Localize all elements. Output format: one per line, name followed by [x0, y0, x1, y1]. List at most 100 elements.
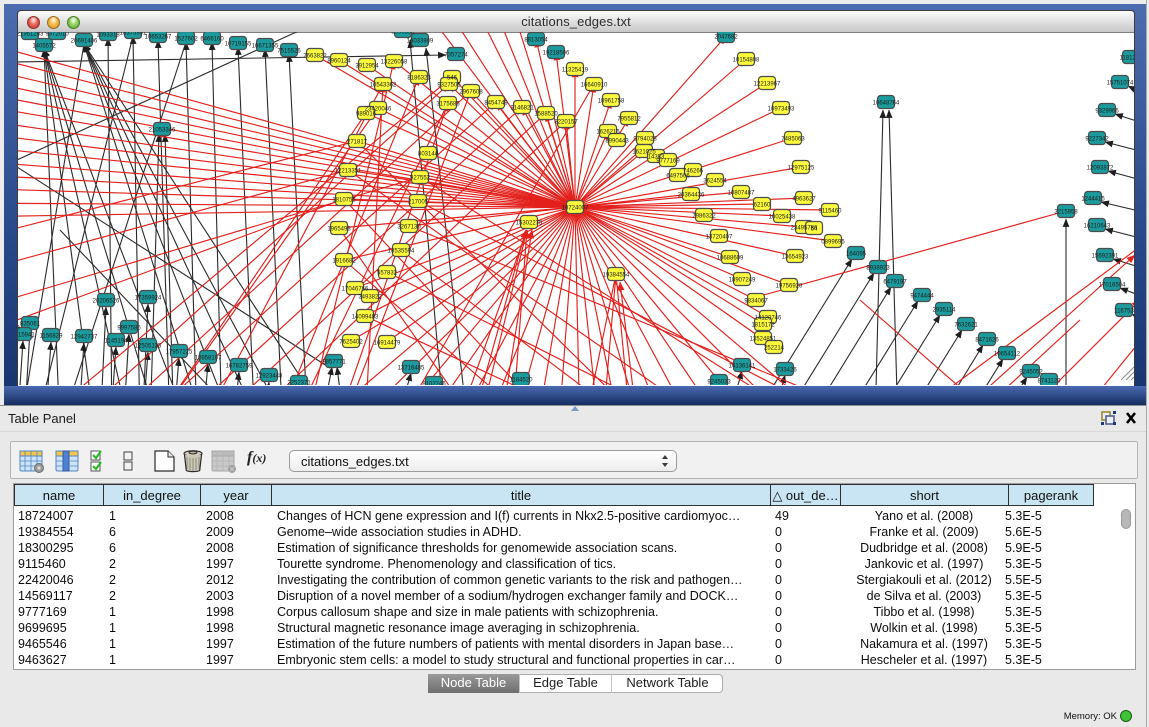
svg-text:20691406: 20691406 — [71, 39, 98, 45]
svg-text:13720407: 13720407 — [706, 235, 733, 241]
svg-text:8220157: 8220157 — [554, 120, 578, 126]
svg-text:3915941: 3915941 — [18, 333, 35, 339]
svg-text:1156829: 1156829 — [40, 334, 64, 340]
svg-text:64: 64 — [811, 227, 818, 233]
svg-text:9227342: 9227342 — [1085, 137, 1109, 143]
svg-text:1965498: 1965498 — [327, 227, 351, 233]
svg-text:1527602: 1527602 — [174, 37, 198, 43]
svg-text:15751074: 15751074 — [1107, 81, 1134, 87]
svg-text:9834067: 9834067 — [744, 299, 768, 305]
svg-text:9329966: 9329966 — [1095, 109, 1119, 115]
svg-text:3912954: 3912954 — [355, 64, 379, 70]
svg-text:15302275: 15302275 — [516, 221, 543, 227]
svg-text:1815172: 1815172 — [751, 323, 775, 329]
svg-text:62160: 62160 — [754, 203, 771, 209]
svg-text:10543362: 10543362 — [370, 83, 397, 89]
svg-text:12213351: 12213351 — [335, 169, 362, 175]
svg-text:13654923: 13654923 — [782, 255, 809, 261]
svg-text:8102246: 8102246 — [422, 382, 446, 386]
svg-text:927552: 927552 — [410, 176, 431, 182]
svg-text:7663822: 7663822 — [303, 54, 327, 60]
svg-text:12093872: 12093872 — [1087, 166, 1114, 172]
svg-text:19756928: 19756928 — [776, 284, 803, 290]
svg-text:1184520: 1184520 — [510, 378, 534, 384]
svg-text:9474444: 9474444 — [910, 294, 934, 300]
svg-text:13716485: 13716485 — [398, 366, 425, 372]
svg-text:10688609: 10688609 — [717, 256, 744, 262]
svg-text:9372010: 9372010 — [45, 32, 69, 38]
svg-text:8471626: 8471626 — [975, 338, 999, 344]
svg-text:2252371: 2252371 — [287, 381, 311, 386]
svg-text:10958107: 10958107 — [195, 356, 222, 362]
svg-text:21053346: 21053346 — [149, 128, 176, 134]
svg-text:16033809: 16033809 — [407, 39, 434, 45]
svg-text:8186323: 8186323 — [407, 76, 431, 82]
svg-text:12942737: 12942737 — [71, 335, 98, 341]
svg-text:1810755: 1810755 — [332, 198, 356, 204]
svg-text:4963627: 4963627 — [792, 197, 816, 203]
svg-text:1733426: 1733426 — [773, 368, 797, 374]
svg-text:10654112: 10654112 — [994, 352, 1021, 358]
svg-text:17957225: 17957225 — [166, 350, 193, 356]
svg-text:16640910: 16640910 — [581, 83, 608, 89]
svg-text:13524851: 13524851 — [750, 337, 777, 343]
svg-text:13535594: 13535594 — [388, 249, 415, 255]
svg-text:10719155: 10719155 — [225, 42, 252, 48]
svg-text:835061: 835061 — [20, 322, 41, 328]
svg-text:252214: 252214 — [764, 346, 785, 352]
svg-text:1588520: 1588520 — [534, 112, 558, 118]
svg-text:16914479: 16914479 — [374, 341, 401, 347]
svg-text:7986322: 7986322 — [692, 214, 716, 220]
svg-text:9857771: 9857771 — [322, 360, 346, 366]
svg-text:9327505: 9327505 — [437, 83, 461, 89]
svg-text:9146821: 9146821 — [510, 106, 534, 112]
svg-text:3493822: 3493822 — [358, 295, 382, 301]
svg-text:10154808: 10154808 — [733, 58, 760, 64]
svg-text:6466160: 6466160 — [200, 37, 224, 43]
svg-text:3624554: 3624554 — [703, 179, 727, 185]
svg-text:271817: 271817 — [347, 140, 368, 146]
svg-text:1093318: 1093318 — [96, 33, 120, 39]
svg-text:116753: 116753 — [1114, 309, 1134, 315]
svg-text:8990443: 8990443 — [605, 139, 629, 145]
svg-text:12975125: 12975125 — [788, 166, 815, 172]
svg-text:17046766: 17046766 — [342, 287, 369, 293]
svg-text:8741120: 8741120 — [1038, 379, 1062, 385]
svg-text:10025438: 10025438 — [769, 215, 796, 221]
svg-text:803144: 803144 — [418, 152, 439, 158]
svg-text:8813054: 8813054 — [524, 38, 548, 44]
svg-text:15692391: 15692391 — [1092, 254, 1119, 260]
svg-text:7625402: 7625402 — [339, 340, 363, 346]
svg-text:7515526: 7515526 — [277, 49, 301, 55]
svg-text:6479197: 6479197 — [883, 280, 907, 286]
svg-text:2935114: 2935114 — [933, 308, 957, 314]
svg-text:18375991: 18375991 — [120, 32, 147, 37]
svg-text:989016: 989016 — [356, 112, 377, 118]
svg-text:0899695: 0899695 — [821, 240, 845, 246]
svg-text:1244415: 1244415 — [1081, 197, 1105, 203]
svg-text:9115460: 9115460 — [819, 209, 843, 215]
svg-text:9777169: 9777169 — [656, 159, 680, 165]
svg-text:2967608: 2967608 — [459, 90, 483, 96]
svg-text:10961758: 10961758 — [598, 99, 625, 105]
svg-text:20364436: 20364436 — [678, 193, 705, 199]
svg-text:7485063: 7485063 — [781, 137, 805, 143]
svg-text:8938923: 8938923 — [866, 266, 890, 272]
svg-text:1405572: 1405572 — [32, 44, 56, 50]
svg-text:9997585: 9997585 — [117, 326, 141, 332]
svg-text:10653267: 10653267 — [145, 35, 172, 41]
svg-text:1916682: 1916682 — [332, 259, 356, 265]
svg-text:19384554: 19384554 — [603, 273, 630, 279]
svg-text:16782759: 16782759 — [226, 364, 253, 370]
svg-text:3267130: 3267130 — [397, 225, 421, 231]
svg-text:19218506: 19218506 — [543, 51, 570, 57]
svg-text:10648764: 10648764 — [873, 101, 900, 107]
svg-text:9245033: 9245033 — [707, 380, 731, 386]
svg-text:10973493: 10973493 — [768, 107, 795, 113]
svg-text:2047682: 2047682 — [714, 35, 738, 41]
svg-text:217005: 217005 — [408, 200, 429, 206]
svg-text:8990531: 8990531 — [391, 32, 415, 36]
svg-text:3215958: 3215958 — [1054, 210, 1078, 216]
svg-text:12213967: 12213967 — [754, 82, 781, 88]
svg-text:746266: 746266 — [683, 169, 704, 175]
